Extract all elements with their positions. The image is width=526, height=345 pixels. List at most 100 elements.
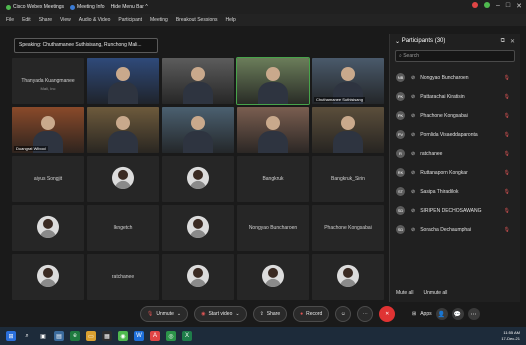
- leave-meeting-button[interactable]: ✕: [379, 306, 396, 322]
- search-icon[interactable]: ⌕: [22, 331, 32, 341]
- person-silhouette: [116, 116, 130, 131]
- store-icon[interactable]: ▦: [102, 331, 112, 341]
- chat-icon[interactable]: 💬: [451, 308, 464, 320]
- chrome-icon[interactable]: ◎: [166, 331, 176, 341]
- menu-item-meeting[interactable]: Meeting: [150, 17, 168, 23]
- participant-row[interactable]: NB ⊘ Nongyao Buncharoen 🎙: [390, 68, 520, 87]
- muted-mic-icon[interactable]: 🎙: [504, 208, 510, 214]
- windows-start-icon[interactable]: ⊞: [6, 331, 16, 341]
- file-explorer-icon[interactable]: ▤: [54, 331, 64, 341]
- menu-item-audio-video[interactable]: Audio & Video: [79, 17, 111, 23]
- video-tile[interactable]: [237, 107, 309, 153]
- participants-icon[interactable]: 👤: [435, 308, 448, 320]
- video-tile[interactable]: Chuthamanee Suthisisang: [312, 58, 384, 104]
- video-tile[interactable]: aiyus Songjit: [12, 156, 84, 202]
- muted-mic-icon[interactable]: 🎙: [504, 75, 510, 81]
- participant-row[interactable]: RK ⊘ Ruttanaporn Kongkar 🎙: [390, 163, 520, 182]
- video-tile[interactable]: [312, 254, 384, 300]
- task-view-icon[interactable]: ▣: [38, 331, 48, 341]
- video-tile[interactable]: [162, 107, 234, 153]
- menu-item-participant[interactable]: Participant: [118, 17, 142, 23]
- menu-item-file[interactable]: File: [6, 17, 14, 23]
- window-controls: – □ ✕: [471, 2, 522, 10]
- word-icon[interactable]: W: [134, 331, 144, 341]
- video-tile[interactable]: Duangrat Wibool: [12, 107, 84, 153]
- video-tile[interactable]: [162, 156, 234, 202]
- unmute-button[interactable]: 🎙 Unmute ⌄: [140, 306, 189, 322]
- menu-item-edit[interactable]: Edit: [22, 17, 31, 23]
- menu-item-breakout-sessions[interactable]: Breakout Sessions: [176, 17, 218, 23]
- edge-icon[interactable]: e: [70, 331, 80, 341]
- webex-taskbar-icon[interactable]: ◉: [118, 331, 128, 341]
- share-button[interactable]: ⇪ Share: [252, 306, 288, 322]
- video-tile[interactable]: [162, 205, 234, 251]
- excel-icon[interactable]: X: [182, 331, 192, 341]
- video-tile[interactable]: Phachone Kongsabai: [312, 205, 384, 251]
- muted-mic-icon[interactable]: 🎙: [504, 170, 510, 176]
- tile-name: Bangkruk: [262, 176, 284, 182]
- unmute-all-button[interactable]: Unmute all: [424, 290, 448, 296]
- video-tile[interactable]: [12, 254, 84, 300]
- mute-all-button[interactable]: Mute all: [396, 290, 414, 296]
- avatar: [37, 215, 59, 238]
- menu-item-view[interactable]: View: [60, 17, 71, 23]
- close-panel-icon[interactable]: ✕: [510, 38, 515, 45]
- muted-mic-icon[interactable]: 🎙: [504, 189, 510, 195]
- reactions-button[interactable]: ☺: [335, 306, 352, 322]
- start-video-button[interactable]: ◉ Start video ⌄: [194, 306, 247, 322]
- video-tile[interactable]: [312, 107, 384, 153]
- apps-icon[interactable]: ⊞: [412, 311, 416, 317]
- video-tile[interactable]: [87, 58, 159, 104]
- video-tile[interactable]: Nongyao Buncharoen: [237, 205, 309, 251]
- video-tile[interactable]: [162, 254, 234, 300]
- menu-item-help[interactable]: Help: [226, 17, 236, 23]
- video-tile[interactable]: [12, 205, 84, 251]
- video-tile[interactable]: Ikngetch: [87, 205, 159, 251]
- muted-mic-icon[interactable]: 🎙: [504, 113, 510, 119]
- video-tile[interactable]: [237, 254, 309, 300]
- muted-mic-icon: 🎙: [147, 311, 154, 317]
- more-icon: ⋯: [362, 311, 368, 317]
- participant-row[interactable]: SD ⊘ SIRIPEN DECHOSAWANG 🎙: [390, 201, 520, 220]
- muted-mic-icon[interactable]: 🎙: [504, 227, 510, 233]
- participant-avatar: SD: [396, 225, 405, 234]
- minimize-icon[interactable]: –: [496, 2, 500, 10]
- participant-row[interactable]: PK ⊘ Phachone Kongsabai 🎙: [390, 106, 520, 125]
- folder-icon[interactable]: ▭: [86, 331, 96, 341]
- meeting-info-button[interactable]: Meeting Info: [70, 4, 105, 10]
- tile-name: aiyus Songjit: [33, 176, 63, 182]
- participant-row[interactable]: PK ⊘ Pattarachai Kiratisin 🎙: [390, 87, 520, 106]
- video-tile[interactable]: [87, 107, 159, 153]
- participant-row[interactable]: PV ⊘ Pornlida Visaeddaparonta 🎙: [390, 125, 520, 144]
- tile-name: Nongyao Buncharoen: [248, 225, 298, 231]
- apps-button[interactable]: Apps: [420, 311, 431, 317]
- pdf-icon[interactable]: A: [150, 331, 160, 341]
- video-tile[interactable]: Thanyada Kuangmanee Mali, Inc: [12, 58, 84, 104]
- popout-icon[interactable]: ⧉: [501, 38, 505, 45]
- video-grid: Thanyada Kuangmanee Mali, Inc Chuthamanee …: [12, 57, 384, 302]
- video-tile[interactable]: Bangkruk: [237, 156, 309, 202]
- more-options-button[interactable]: ⋯: [357, 306, 374, 322]
- headset-icon: ⊘: [411, 74, 416, 81]
- participant-row[interactable]: ST ⊘ Sasipa Thiradilok 🎙: [390, 182, 520, 201]
- close-icon[interactable]: ✕: [516, 2, 522, 10]
- muted-mic-icon[interactable]: 🎙: [504, 132, 510, 138]
- maximize-icon[interactable]: □: [506, 2, 510, 10]
- more-icon[interactable]: ⋯: [467, 308, 480, 320]
- video-tile[interactable]: [87, 156, 159, 202]
- video-tile[interactable]: Bangkruk_Sirin: [312, 156, 384, 202]
- participant-row[interactable]: SD ⊘ Soracha Dechaumphai 🎙: [390, 220, 520, 239]
- video-tile[interactable]: [236, 57, 310, 105]
- participant-search-input[interactable]: ⌕ Search: [395, 50, 515, 62]
- hide-menu-button[interactable]: Hide Menu Bar ^: [111, 4, 148, 10]
- participant-row[interactable]: R ⊘ ratchanee 🎙: [390, 144, 520, 163]
- muted-mic-icon[interactable]: 🎙: [504, 151, 510, 157]
- video-off-icon: ◉: [201, 311, 206, 317]
- headset-icon: ⊘: [411, 93, 416, 100]
- video-tile[interactable]: ratchanee: [87, 254, 159, 300]
- video-tile[interactable]: [162, 58, 234, 104]
- muted-mic-icon[interactable]: 🎙: [504, 94, 510, 100]
- participants-header[interactable]: ⌄ Participants (30) ⧉ ✕: [390, 34, 520, 48]
- menu-item-share[interactable]: Share: [39, 17, 52, 23]
- record-button[interactable]: ● Record: [293, 306, 330, 322]
